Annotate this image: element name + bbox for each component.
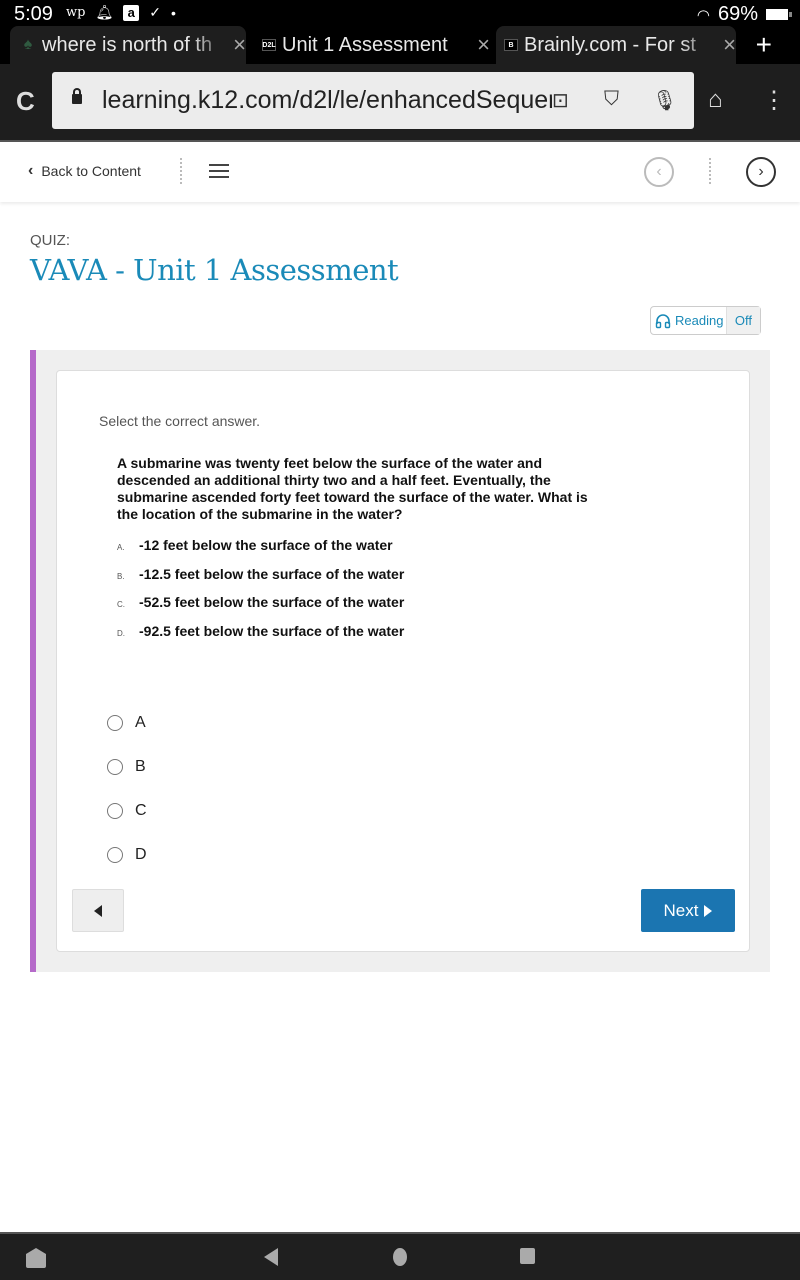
spade-favicon-icon: ♠ xyxy=(23,36,33,53)
radio-label: B xyxy=(135,758,146,775)
home-icon[interactable]: ⌂ xyxy=(708,86,723,114)
radio-button[interactable] xyxy=(107,759,123,775)
previous-question-button[interactable] xyxy=(72,889,124,932)
tab-title: Unit 1 Assessment xyxy=(282,33,448,56)
notification-icons: wp 🔔︎ a ✓ • xyxy=(66,4,176,21)
choice-a: A. -12 feet below the surface of the wat… xyxy=(117,537,404,566)
chevron-left-icon: ‹ xyxy=(656,163,662,180)
close-tab-icon[interactable]: × xyxy=(233,32,246,58)
choice-letter: B. xyxy=(117,571,125,581)
reload-icon[interactable]: C xyxy=(16,86,35,117)
answer-options: A B C D xyxy=(107,701,147,877)
reading-label: Reading xyxy=(675,313,724,328)
choice-b: B. -12.5 feet below the surface of the w… xyxy=(117,566,404,595)
status-bar: 5:09 wp 🔔︎ a ✓ • ◠ 69% xyxy=(0,0,800,26)
bell-icon: 🔔︎ xyxy=(95,4,114,20)
radio-label: C xyxy=(135,802,147,819)
tab-title: Brainly.com - For st xyxy=(524,33,696,56)
battery-level: 69% xyxy=(717,3,758,25)
tab-brainly[interactable]: B Brainly.com - For st × xyxy=(496,26,736,64)
clock: 5:09 xyxy=(14,3,53,25)
headphones-icon xyxy=(655,313,671,328)
lock-icon xyxy=(72,88,82,104)
radio-option-c[interactable]: C xyxy=(107,789,147,833)
back-label: Back to Content xyxy=(41,163,141,179)
next-question-button[interactable]: Next xyxy=(641,889,735,932)
choice-letter: D. xyxy=(117,628,125,638)
microphone-icon[interactable]: 🎙︎ xyxy=(652,88,677,113)
chevron-left-icon: ‹ xyxy=(28,162,34,179)
download-done-icon: ✓ xyxy=(149,4,161,20)
new-tab-button[interactable]: + xyxy=(756,26,772,64)
radio-label: D xyxy=(135,846,147,863)
question-card: Select the correct answer. A submarine w… xyxy=(56,370,750,952)
dot-icon: • xyxy=(170,4,176,21)
choice-c: C. -52.5 feet below the surface of the w… xyxy=(117,594,404,623)
amazon-icon: a xyxy=(123,4,140,21)
cast-icon[interactable]: ⊡ xyxy=(552,88,569,113)
choice-text: -12 feet below the surface of the water xyxy=(139,537,393,553)
d2l-favicon-icon: D2L xyxy=(262,39,276,51)
previous-topic-button[interactable]: ‹ xyxy=(644,157,674,187)
wifi-icon: ◠ xyxy=(696,6,710,24)
question-text: A submarine was twenty feet below the su… xyxy=(117,455,588,522)
page-title: VAVA - Unit 1 Assessment xyxy=(30,253,399,287)
radio-button[interactable] xyxy=(107,803,123,819)
close-tab-icon[interactable]: × xyxy=(477,32,490,58)
radio-option-a[interactable]: A xyxy=(107,701,147,745)
url-text[interactable]: learning.k12.com/d2l/le/enhancedSequer xyxy=(102,86,552,115)
table-of-contents-button[interactable] xyxy=(209,164,229,182)
next-topic-button[interactable]: › xyxy=(746,157,776,187)
tab-unit-1-assessment[interactable]: D2L Unit 1 Assessment × xyxy=(254,26,490,64)
menu-dots-icon[interactable]: ⋮ xyxy=(762,86,786,115)
question-container: Select the correct answer. A submarine w… xyxy=(30,350,770,972)
caret-left-icon xyxy=(94,904,102,917)
choice-text: -52.5 feet below the surface of the wate… xyxy=(139,594,405,610)
app-drawer-icon[interactable] xyxy=(26,1248,46,1268)
tab-title: where is north of th xyxy=(42,33,213,56)
radio-option-d[interactable]: D xyxy=(107,833,147,877)
radio-button[interactable] xyxy=(107,715,123,731)
chevron-right-icon: › xyxy=(758,163,764,180)
back-icon[interactable] xyxy=(264,1248,278,1266)
next-label: Next xyxy=(663,900,699,920)
brainly-favicon-icon: B xyxy=(504,39,518,51)
divider xyxy=(709,158,711,184)
back-to-content-link[interactable]: ‹ Back to Content xyxy=(28,162,141,180)
choice-letter: A. xyxy=(117,543,125,552)
content-nav-header: ‹ Back to Content ‹ › xyxy=(0,140,800,202)
browser-toolbar: C learning.k12.com/d2l/le/enhancedSequer… xyxy=(0,64,800,140)
tab-strip: ♠ where is north of th × D2L Unit 1 Asse… xyxy=(0,26,800,64)
home-icon[interactable] xyxy=(393,1248,407,1266)
bookmark-icon[interactable]: ⛉ xyxy=(604,88,619,111)
instruction: Select the correct answer. xyxy=(99,413,261,429)
divider xyxy=(180,158,182,184)
address-bar[interactable]: learning.k12.com/d2l/le/enhancedSequer ⊡… xyxy=(52,72,694,129)
washington-post-icon: wp xyxy=(66,5,86,20)
quiz-label: QUIZ: xyxy=(30,232,70,249)
radio-label: A xyxy=(135,714,146,731)
reading-toggle[interactable]: Reading Off xyxy=(650,306,761,335)
caret-right-icon xyxy=(704,904,713,917)
close-tab-icon[interactable]: × xyxy=(723,32,736,58)
radio-button[interactable] xyxy=(107,847,123,863)
radio-option-b[interactable]: B xyxy=(107,745,147,789)
choice-d: D. -92.5 feet below the surface of the w… xyxy=(117,623,404,652)
answer-choices: A. -12 feet below the surface of the wat… xyxy=(117,537,404,651)
system-nav-bar xyxy=(0,1232,800,1280)
reading-state: Off xyxy=(725,307,760,334)
tab-where-is-north[interactable]: ♠ where is north of th × xyxy=(10,26,246,64)
recents-icon[interactable] xyxy=(520,1248,535,1264)
choice-text: -92.5 feet below the surface of the wate… xyxy=(139,622,405,639)
battery-icon xyxy=(766,9,792,20)
choice-letter: C. xyxy=(117,600,125,609)
choice-text: -12.5 feet below the surface of the wate… xyxy=(139,565,405,582)
